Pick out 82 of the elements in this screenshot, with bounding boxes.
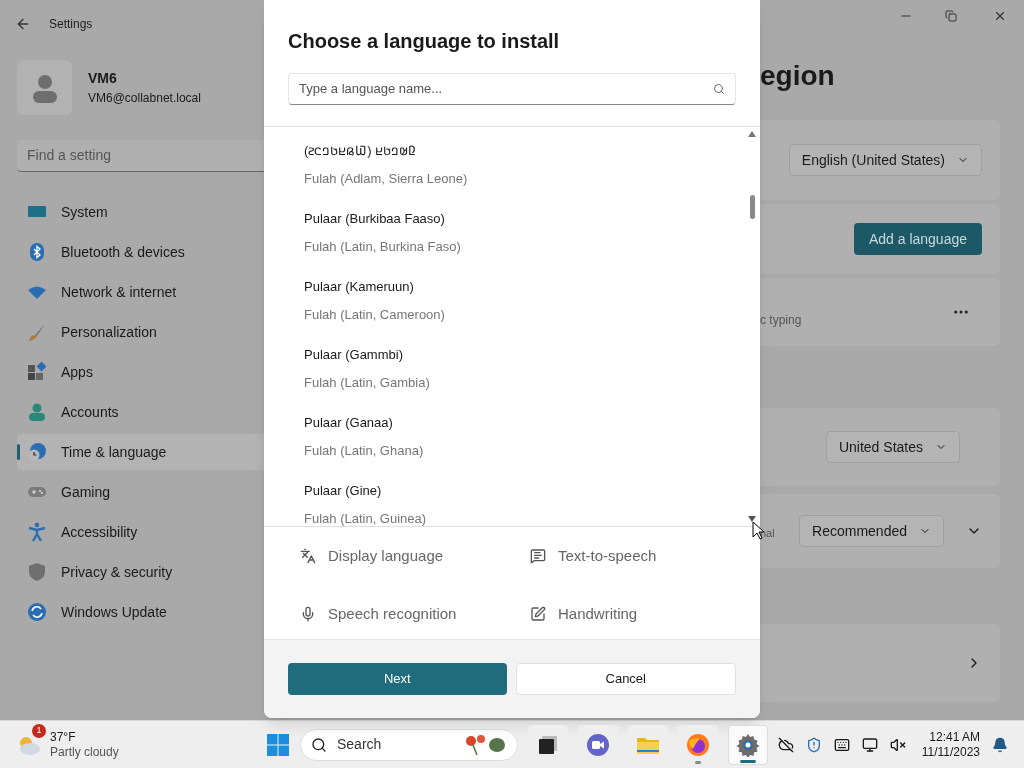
language-item[interactable]: Pulaar (Burkibaa Faaso) Fulah (Latin, Burkina Faso)	[304, 209, 746, 277]
scroll-down-icon[interactable]	[748, 516, 756, 522]
nav-item[interactable]: Windows Update	[17, 594, 264, 630]
nav-item[interactable]: Network & internet	[17, 274, 264, 310]
language-note: c typing	[760, 312, 802, 329]
back-icon[interactable]	[15, 16, 31, 32]
language-native-name: 𞤆𞤵𞤤𞤢𞤪 (𞤅𞤫𞤪𞤢𞤤𞤮𞤲)	[304, 142, 417, 160]
cloud-off-icon[interactable]	[777, 736, 794, 753]
gear-icon[interactable]	[736, 732, 760, 757]
language-search-field[interactable]: Type a language name...	[288, 73, 736, 105]
shield-icon	[27, 562, 47, 582]
language-native-name: Pulaar (Burkibaa Faaso)	[304, 210, 445, 228]
nav-item[interactable]: Gaming	[17, 474, 264, 510]
nav-item[interactable]: Personalization	[17, 314, 264, 350]
monitor-icon[interactable]	[861, 736, 878, 753]
feature-label: Display language	[328, 545, 444, 566]
nav-item[interactable]: Accessibility	[17, 514, 264, 550]
sync-icon	[27, 602, 47, 622]
language-native-name: Pulaar (Gine)	[304, 482, 382, 500]
bluetooth-icon	[27, 242, 47, 262]
weather-condition: Partly cloudy	[50, 744, 119, 760]
language-native-name: Pulaar (Ganaa)	[304, 414, 393, 432]
cancel-button[interactable]: Cancel	[515, 663, 736, 695]
language-item[interactable]: Pulaar (Gammbi) Fulah (Latin, Gambia)	[304, 345, 746, 413]
fox-globe-icon[interactable]	[686, 732, 710, 757]
language-english-name: Fulah (Latin, Burkina Faso)	[304, 238, 462, 256]
language-item[interactable]: 𞤆𞤵𞤤𞤢𞤪 (𞤅𞤫𞤪𞤢𞤤𞤮𞤲) Fulah (Adlam, Sierra Leone)	[304, 141, 746, 209]
microphone-icon	[300, 606, 316, 622]
region-dropdown[interactable]: United States	[825, 431, 960, 463]
nav-item[interactable]: Privacy & security	[17, 554, 264, 590]
language-english-name: Fulah (Latin, Gambia)	[304, 374, 431, 392]
nav-item[interactable]: Bluetooth & devices	[17, 234, 264, 270]
search-field[interactable]: Find a setting	[17, 140, 266, 172]
apps-icon	[27, 362, 47, 382]
language-english-name: Fulah (Latin, Cameroon)	[304, 306, 446, 324]
feature-label: Speech recognition	[328, 603, 457, 624]
language-item[interactable]: Pulaar (Ganaa) Fulah (Latin, Ghana)	[304, 413, 746, 481]
add-language-button[interactable]: Add a language	[853, 223, 982, 255]
temperature: 37°F	[50, 729, 77, 745]
clock[interactable]: 12:41 AM 11/11/2023	[921, 729, 980, 760]
language-english-name: Fulah (Adlam, Sierra Leone)	[304, 170, 469, 188]
language-english-name: Fulah (Latin, Ghana)	[304, 442, 425, 460]
language-english-name: Fulah (Latin, Guinea)	[304, 510, 428, 526]
nav-item[interactable]: Apps	[17, 354, 264, 390]
speech-bubble-icon	[530, 548, 546, 564]
nav-item[interactable]: Time & language	[17, 434, 264, 470]
search-icon	[713, 83, 725, 95]
language-native-name: Pulaar (Gammbi)	[304, 346, 403, 364]
person-icon	[27, 402, 47, 422]
language-icon	[300, 548, 316, 564]
account-email: VM6@collabnet.local	[88, 90, 201, 107]
video-chat-icon[interactable]	[586, 732, 610, 757]
taskbar-search[interactable]: Search	[300, 728, 518, 761]
window-title: Settings	[49, 16, 93, 33]
scroll-thumb[interactable]	[749, 194, 755, 219]
nav-item[interactable]: Accounts	[17, 394, 264, 430]
bell-icon[interactable]	[992, 736, 1008, 753]
mute-icon[interactable]	[889, 736, 906, 753]
close-icon[interactable]	[993, 9, 1007, 23]
flower-icon	[463, 732, 507, 757]
pen-icon	[530, 606, 546, 622]
scroll-up-icon[interactable]	[748, 131, 756, 137]
windows-logo-icon[interactable]	[266, 732, 290, 757]
page-title: egion	[760, 59, 836, 93]
shield-warning-icon[interactable]	[805, 736, 822, 753]
account-name: VM6	[88, 69, 118, 88]
nav-item[interactable]: System	[17, 194, 264, 230]
language-item[interactable]: Pulaar (Kameruun) Fulah (Latin, Cameroon)	[304, 277, 746, 345]
keyboard-icon[interactable]	[833, 736, 850, 753]
accessibility-icon	[27, 522, 47, 542]
format-dropdown[interactable]: Recommended	[799, 515, 944, 547]
globe-clock-icon	[27, 442, 47, 462]
next-button[interactable]: Next	[288, 663, 507, 695]
language-item[interactable]: Pulaar (Gine) Fulah (Latin, Guinea)	[304, 481, 746, 526]
search-icon	[311, 736, 327, 753]
language-dropdown[interactable]: English (United States)	[788, 144, 982, 176]
feature-label: Text-to-speech	[558, 545, 657, 566]
feature-label: Handwriting	[558, 603, 638, 624]
notification-badge: 1	[32, 723, 46, 738]
restore-icon[interactable]	[945, 10, 957, 22]
dialog-title: Choose a language to install	[288, 29, 561, 54]
language-native-name: Pulaar (Kameruun)	[304, 278, 414, 296]
